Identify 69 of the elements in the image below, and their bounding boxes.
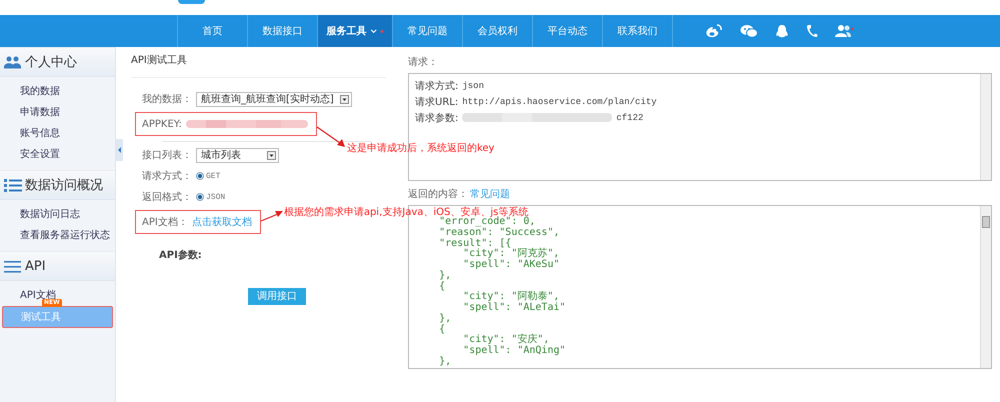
code-line: }, bbox=[438, 270, 452, 281]
sidebar-item[interactable]: 申请数据 bbox=[2, 102, 113, 122]
submit-button[interactable]: 调用接口 bbox=[248, 288, 306, 304]
select-field[interactable]: 航班查询_航班查询[实时动态] bbox=[196, 92, 352, 106]
request-value: json bbox=[462, 80, 484, 90]
section-title: API bbox=[25, 258, 46, 274]
code-line: }, bbox=[438, 356, 452, 368]
section-title: 数据访问概况 bbox=[25, 177, 103, 194]
field-label: APPKEY: bbox=[142, 118, 182, 130]
nav-tab[interactable]: 服务工具 bbox=[318, 15, 393, 47]
radio-button[interactable] bbox=[196, 193, 204, 201]
request-value: cf122 bbox=[616, 112, 644, 122]
request-label: 请求： bbox=[408, 56, 439, 70]
radio-button[interactable] bbox=[196, 172, 204, 180]
annotation-arrow bbox=[260, 210, 284, 222]
nav-tab[interactable]: 常见问题 bbox=[393, 15, 463, 47]
list-icon bbox=[4, 178, 22, 192]
response-label: 返回的内容： bbox=[408, 188, 468, 202]
menu-icon bbox=[4, 260, 22, 272]
code-line: }, bbox=[438, 314, 452, 324]
nav-tab[interactable]: 联系我们 bbox=[603, 15, 673, 47]
code-line: "result": [{ bbox=[438, 238, 512, 248]
users-icon[interactable] bbox=[835, 24, 853, 38]
section-title: 个人中心 bbox=[25, 54, 77, 71]
radio-label: JSON bbox=[206, 192, 226, 202]
request-label-text: 请求方式: bbox=[415, 80, 458, 92]
docs-link[interactable]: 点击获取文档 bbox=[192, 215, 252, 229]
sidebar-item[interactable]: 我的数据 bbox=[2, 81, 113, 101]
scrollbar[interactable] bbox=[980, 74, 991, 180]
sidebar-item[interactable]: 数据访问日志 bbox=[2, 204, 113, 224]
field-label: 接口列表： bbox=[142, 148, 192, 162]
request-label-text: 请求URL: bbox=[415, 96, 458, 108]
annotation-arrow bbox=[316, 126, 346, 148]
annotation-text: 根据您的需求申请api,支持Java、iOS、安卓、js等系统 bbox=[284, 206, 528, 218]
request-value: http://apis.haoservice.com/plan/city bbox=[462, 96, 657, 106]
phone-icon[interactable] bbox=[806, 24, 818, 38]
sidebar-item[interactable]: 账号信息 bbox=[2, 123, 113, 143]
nav-tab[interactable]: 平台动态 bbox=[533, 15, 603, 47]
nav-tab[interactable]: 首页 bbox=[178, 15, 248, 47]
code-line: { bbox=[438, 282, 446, 292]
radio-label: GET bbox=[206, 172, 220, 180]
code-line: { bbox=[438, 324, 446, 336]
people-icon bbox=[4, 55, 22, 69]
code-line: "city": "阿勒泰", bbox=[462, 292, 560, 302]
sidebar-item[interactable]: 查看服务器运行状态 bbox=[2, 225, 113, 245]
faq-link[interactable]: 常见问题 bbox=[470, 187, 510, 201]
request-label-text: 请求参数: bbox=[415, 112, 458, 124]
code-line: "error_code": 0, bbox=[438, 217, 536, 228]
field-label: 请求方式： bbox=[142, 170, 192, 183]
annotation-text: 这是申请成功后，系统返回的key bbox=[346, 142, 494, 155]
select-field[interactable]: 城市列表 bbox=[196, 148, 279, 162]
code-line: "spell": "AKeSu" bbox=[462, 260, 560, 271]
code-line: "spell": "ALeTai" bbox=[462, 303, 567, 314]
params-label: API参数: bbox=[158, 248, 203, 262]
page-title: API测试工具 bbox=[131, 47, 386, 78]
scrollbar[interactable] bbox=[980, 206, 991, 368]
penguin-icon[interactable] bbox=[775, 24, 789, 38]
sidebar-item[interactable]: 安全设置 bbox=[2, 144, 113, 164]
code-line: "city": "阿克苏", bbox=[462, 249, 560, 260]
nav-tab[interactable]: 会员权利 bbox=[463, 15, 533, 47]
code-line: "reason": "Success", bbox=[438, 228, 560, 238]
field-label: API文档： bbox=[142, 216, 188, 229]
field-label: 返回格式： bbox=[142, 190, 192, 204]
code-line: "spell": "AnQing" bbox=[462, 346, 567, 357]
chat-bubbles-icon[interactable] bbox=[740, 24, 758, 38]
logo-shape bbox=[178, 0, 205, 4]
field-label: 我的数据： bbox=[142, 92, 192, 106]
code-line: "city": "安庆", bbox=[462, 335, 550, 346]
collapse-handle[interactable] bbox=[116, 139, 123, 161]
